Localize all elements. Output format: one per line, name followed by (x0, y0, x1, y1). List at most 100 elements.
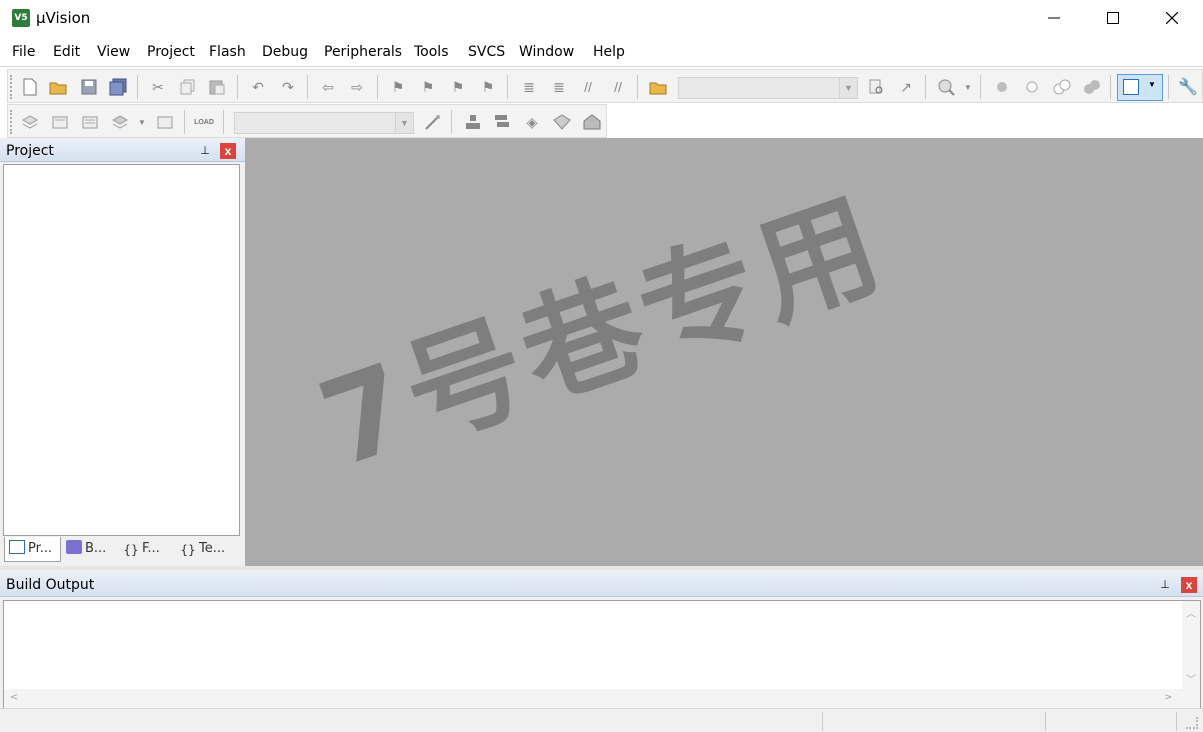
resize-grip-icon[interactable] (1186, 717, 1198, 729)
project-panel: Project ⊥ x Pr... B... {} F... {} Te... (0, 138, 245, 566)
uvision-app-icon: V5 (12, 9, 30, 27)
tab-templates[interactable]: {} Te... (176, 537, 236, 562)
file-toolbar: ✂ ↶ ↷ ⇦ ⇨ ⚑ ⚑ ⚑ ⚑ ≣ ≣ // // ▼ ↗ ▼ ▼ 🔧 (7, 69, 1203, 103)
copy-icon[interactable] (178, 77, 198, 97)
cut-icon[interactable]: ✂ (148, 77, 168, 97)
vertical-scrollbar[interactable]: ︿ ﹀ (1182, 601, 1200, 689)
select-packs-icon[interactable]: ◈ (522, 112, 542, 132)
menu-svcs[interactable]: SVCS (468, 44, 505, 60)
toolbar-grip[interactable] (10, 110, 14, 134)
chevron-down-icon[interactable]: ▼ (132, 112, 152, 132)
maximize-button[interactable] (1084, 0, 1142, 38)
breakpoint-disable-all-icon[interactable] (1052, 77, 1072, 97)
menu-file[interactable]: File (12, 44, 35, 60)
toolbar-separator (980, 75, 981, 99)
menu-window[interactable]: Window (519, 44, 574, 60)
menu-peripherals[interactable]: Peripherals (324, 44, 402, 60)
undo-icon[interactable]: ↶ (248, 77, 268, 97)
project-tree[interactable] (3, 164, 240, 536)
books-icon (66, 540, 82, 554)
menu-tools[interactable]: Tools (414, 44, 449, 60)
tab-books[interactable]: B... (62, 537, 117, 562)
find-icon[interactable] (866, 77, 886, 97)
paste-icon[interactable] (207, 77, 227, 97)
scroll-down-icon[interactable]: ﹀ (1186, 671, 1196, 686)
chevron-down-icon[interactable]: ▼ (839, 78, 857, 98)
close-build-output-button[interactable]: x (1181, 577, 1197, 593)
close-window-button[interactable] (1143, 0, 1201, 38)
bookmark-icon[interactable]: ⚑ (388, 77, 408, 97)
window-layout-button[interactable]: ▼ (1117, 74, 1163, 101)
nav-back-icon[interactable]: ⇦ (318, 77, 338, 97)
unindent-icon[interactable]: ≣ (549, 77, 569, 97)
toolbar-separator (307, 75, 308, 99)
menu-flash[interactable]: Flash (209, 44, 246, 60)
toolbar-separator (184, 110, 185, 134)
toolbar-grip[interactable] (10, 75, 14, 99)
build-icon[interactable] (50, 112, 70, 132)
breakpoint-icon[interactable] (992, 77, 1012, 97)
find-in-files-icon[interactable] (648, 77, 668, 97)
scroll-up-icon[interactable]: ︿ (1186, 605, 1196, 620)
bookmark-prev-icon[interactable]: ⚑ (418, 77, 438, 97)
breakpoint-kill-all-icon[interactable] (1082, 77, 1102, 97)
target-options-icon[interactable] (423, 112, 443, 132)
new-file-icon[interactable] (20, 77, 40, 97)
debug-session-icon[interactable] (936, 77, 956, 97)
target-select-combo[interactable]: ▼ (234, 112, 414, 134)
manage-project-items-icon[interactable] (492, 112, 512, 132)
comment-icon[interactable]: // (578, 77, 598, 97)
breakpoint-disable-icon[interactable] (1022, 77, 1042, 97)
redo-icon[interactable]: ↷ (278, 77, 298, 97)
pin-icon[interactable]: ⊥ (1158, 578, 1172, 592)
build-output-panel: Build Output ⊥ x ︿ ﹀ < > (0, 566, 1203, 710)
save-all-icon[interactable] (108, 77, 128, 97)
editor-area[interactable]: 7号巷专用 (245, 138, 1203, 566)
stop-build-icon[interactable] (155, 112, 175, 132)
uncomment-icon[interactable]: // (608, 77, 628, 97)
menu-view[interactable]: View (97, 44, 130, 60)
project-panel-title: Project (6, 143, 54, 159)
build-output-title: Build Output (6, 577, 95, 593)
menu-edit[interactable]: Edit (53, 44, 80, 60)
minimize-button[interactable] (1025, 0, 1083, 38)
save-icon[interactable] (79, 77, 99, 97)
nav-forward-icon[interactable]: ⇨ (347, 77, 367, 97)
tab-functions[interactable]: {} F... (119, 537, 174, 562)
scroll-right-icon[interactable]: > (1164, 692, 1172, 703)
toolbar-area: ✂ ↶ ↷ ⇦ ⇨ ⚑ ⚑ ⚑ ⚑ ≣ ≣ // // ▼ ↗ ▼ ▼ 🔧 ▼ … (0, 66, 1203, 138)
build-output-text[interactable]: ︿ ﹀ < > (3, 600, 1201, 710)
pin-icon[interactable]: ⊥ (198, 144, 212, 158)
configure-icon[interactable]: 🔧 (1178, 77, 1198, 97)
bookmark-clear-icon[interactable]: ⚑ (478, 77, 498, 97)
build-toolbar: ▼ LOAD ▼ ◈ (7, 104, 607, 138)
status-separator (1045, 712, 1046, 731)
bookmark-next-icon[interactable]: ⚑ (448, 77, 468, 97)
scroll-left-icon[interactable]: < (10, 692, 18, 703)
toolbar-separator (223, 110, 224, 134)
batch-build-icon[interactable] (110, 112, 130, 132)
manage-components-icon[interactable] (463, 112, 483, 132)
download-icon[interactable]: LOAD (194, 112, 214, 132)
rebuild-icon[interactable] (80, 112, 100, 132)
incremental-find-icon[interactable]: ↗ (896, 77, 916, 97)
chevron-down-icon[interactable]: ▼ (958, 77, 978, 97)
build-output-header: Build Output ⊥ x (0, 573, 1203, 597)
find-combo[interactable]: ▼ (678, 77, 858, 99)
menu-debug[interactable]: Debug (262, 44, 308, 60)
horizontal-scrollbar[interactable]: < > (4, 689, 1200, 709)
indent-icon[interactable]: ≣ (519, 77, 539, 97)
minimize-icon (1048, 17, 1060, 19)
chevron-down-icon[interactable]: ▼ (395, 113, 413, 133)
maximize-icon (1107, 12, 1119, 24)
manage-run-time-icon[interactable] (552, 112, 572, 132)
tab-project[interactable]: Pr... (4, 537, 61, 562)
translate-icon[interactable] (20, 112, 40, 132)
open-folder-icon[interactable] (48, 77, 68, 97)
menu-project[interactable]: Project (147, 44, 195, 60)
menu-help[interactable]: Help (593, 44, 625, 60)
project-panel-header: Project ⊥ x (0, 140, 245, 162)
close-project-panel-button[interactable]: x (220, 143, 236, 159)
pack-installer-icon[interactable] (582, 112, 602, 132)
toolbar-separator (1168, 75, 1169, 99)
